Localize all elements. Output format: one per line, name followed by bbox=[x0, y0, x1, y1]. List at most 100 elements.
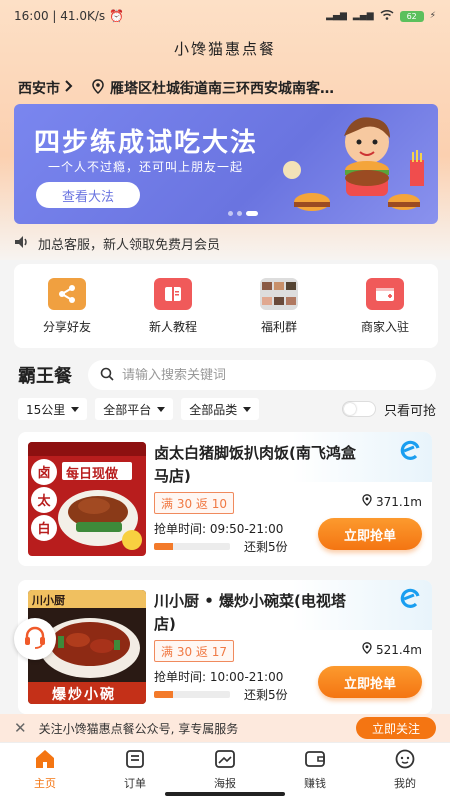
remaining-count: 还剩5份 bbox=[244, 540, 288, 554]
stock-progress-bar bbox=[154, 691, 230, 698]
restaurant-name: 川小厨 • 爆炒小碗菜(电视塔店) bbox=[154, 592, 346, 633]
status-speed: 41.0K/s bbox=[60, 9, 106, 23]
grab-time: 抢单时间: 09:50-21:00 bbox=[154, 522, 284, 536]
shortcut-group[interactable]: 福利群 bbox=[226, 264, 332, 348]
status-bar: 16:00 | 41.0K/s ⏰ ▂▄▆ ▂▄▆ 62 ⚡ bbox=[0, 0, 450, 32]
page-title: 小馋猫惠点餐 bbox=[173, 40, 276, 58]
filter-distance[interactable]: 15公里 bbox=[18, 398, 88, 420]
notice-text: 加总客服，新人领取免费月会员 bbox=[38, 238, 221, 253]
distance-value: 371.1m bbox=[375, 494, 422, 509]
tab-label: 主页 bbox=[34, 777, 56, 790]
available-only-toggle[interactable]: 只看可抢 bbox=[341, 400, 436, 419]
image-brand-text: 川小厨 bbox=[32, 594, 65, 607]
section-header: 霸王餐 bbox=[18, 360, 436, 390]
location-pin-icon bbox=[362, 494, 372, 509]
home-indicator bbox=[165, 792, 285, 796]
wifi-icon bbox=[380, 9, 394, 23]
tab-label: 赚钱 bbox=[304, 777, 326, 790]
toggle-label: 只看可抢 bbox=[383, 403, 436, 419]
distance: 371.1m bbox=[362, 494, 422, 509]
tab-label: 订单 bbox=[124, 777, 146, 790]
filter-platform[interactable]: 全部平台 bbox=[95, 398, 174, 420]
distance-value: 521.4m bbox=[375, 642, 422, 657]
distance: 521.4m bbox=[362, 642, 422, 657]
eleme-logo-icon bbox=[398, 588, 422, 614]
toggle-switch[interactable] bbox=[341, 401, 376, 417]
image-brand-text: 卤太白 bbox=[37, 466, 51, 537]
shortcut-merchant[interactable]: 商家入驻 bbox=[332, 264, 438, 348]
restaurant-card[interactable]: 川小厨 爆炒小碗 川小厨 • 爆炒小碗菜(电视塔店) 满 30 返 17 521… bbox=[18, 580, 432, 714]
stock-progress-fill bbox=[154, 543, 173, 550]
signal-icon-2: ▂▄▆ bbox=[352, 11, 374, 21]
tab-label: 海报 bbox=[214, 777, 236, 790]
share-icon bbox=[48, 277, 86, 310]
battery-icon: 62 bbox=[399, 10, 424, 22]
promo-banner[interactable]: 四步练成试吃大法 一个人不过瘾，还可叫上朋友一起 查看大法 bbox=[14, 104, 438, 224]
signal-icon: ▂▄▆ bbox=[326, 11, 347, 21]
follow-banner: ✕ 关注小馋猫惠点餐公众号, 享专属服务 立即关注 bbox=[0, 714, 450, 742]
alarm-icon: ⏰ bbox=[109, 9, 124, 23]
customer-service-button[interactable] bbox=[14, 618, 56, 660]
search-box[interactable] bbox=[88, 360, 436, 390]
banner-button[interactable]: 查看大法 bbox=[36, 182, 140, 208]
speaker-icon bbox=[14, 235, 30, 253]
merchant-icon bbox=[366, 277, 404, 310]
charging-icon: ⚡ bbox=[429, 11, 436, 21]
group-avatars-icon bbox=[260, 277, 298, 310]
stock-progress-bar bbox=[154, 543, 230, 550]
filter-category[interactable]: 全部品类 bbox=[181, 398, 260, 420]
restaurant-name: 卤太白猪脚饭扒肉饭(南飞鸿盒马店) bbox=[154, 444, 356, 485]
stock-progress-fill bbox=[154, 691, 173, 698]
shortcut-share[interactable]: 分享好友 bbox=[14, 264, 120, 348]
caret-down-icon bbox=[71, 406, 80, 412]
banner-pagination bbox=[228, 211, 258, 216]
filter-label: 全部品类 bbox=[189, 402, 238, 417]
chevron-right-icon bbox=[64, 80, 74, 96]
close-icon[interactable]: ✕ bbox=[14, 719, 27, 737]
address-selector[interactable]: 雁塔区杜城街道南三环西安城南客… bbox=[92, 78, 334, 98]
grab-order-button[interactable]: 立即抢单 bbox=[318, 666, 422, 698]
tab-profile[interactable]: 我的 bbox=[360, 743, 450, 800]
city-label: 西安市 bbox=[18, 81, 60, 97]
shortcut-label: 商家入驻 bbox=[360, 319, 409, 334]
tab-label: 我的 bbox=[394, 777, 416, 790]
promo-tag: 满 30 返 10 bbox=[154, 492, 234, 514]
wallet-icon bbox=[304, 749, 326, 772]
poster-icon bbox=[214, 749, 236, 772]
book-icon bbox=[154, 277, 192, 310]
shortcut-label: 分享好友 bbox=[42, 319, 91, 334]
grab-time: 抢单时间: 10:00-21:00 bbox=[154, 670, 284, 684]
image-badge-text: 爆炒小碗 bbox=[52, 687, 116, 703]
shortcut-grid: 分享好友 新人教程 福利群 商家入驻 bbox=[14, 264, 438, 348]
shortcut-label: 新人教程 bbox=[148, 319, 197, 334]
status-right: ▂▄▆ ▂▄▆ 62 ⚡ bbox=[326, 9, 436, 23]
grab-order-button[interactable]: 立即抢单 bbox=[318, 518, 422, 550]
address-label: 雁塔区杜城街道南三环西安城南客… bbox=[110, 81, 334, 97]
shortcut-tutorial[interactable]: 新人教程 bbox=[120, 264, 226, 348]
promo-tag: 满 30 返 17 bbox=[154, 640, 234, 662]
remaining-count: 还剩5份 bbox=[244, 688, 288, 702]
city-selector[interactable]: 西安市 bbox=[18, 78, 74, 98]
filter-label: 全部平台 bbox=[103, 402, 152, 417]
location-row: 西安市 雁塔区杜城街道南三环西安城南客… bbox=[18, 78, 432, 98]
follow-text: 关注小馋猫惠点餐公众号, 享专属服务 bbox=[38, 721, 239, 736]
filter-label: 15公里 bbox=[26, 402, 66, 417]
profile-icon bbox=[394, 749, 416, 772]
section-title: 霸王餐 bbox=[18, 366, 72, 387]
image-badge-text: 每日现做 bbox=[66, 467, 119, 482]
location-pin-icon bbox=[362, 642, 372, 657]
eleme-logo-icon bbox=[398, 440, 422, 466]
filter-bar: 15公里 全部平台 全部品类 只看可抢 bbox=[18, 398, 436, 420]
status-left: 16:00 | 41.0K/s ⏰ bbox=[14, 9, 124, 23]
tab-home[interactable]: 主页 bbox=[0, 743, 90, 800]
headset-icon bbox=[22, 624, 48, 654]
restaurant-card[interactable]: 卤太白 每日现做 卤太白猪脚饭扒肉饭(南飞鸿盒马店) 满 30 返 10 371… bbox=[18, 432, 432, 566]
search-input[interactable] bbox=[122, 367, 424, 383]
search-icon bbox=[100, 366, 114, 385]
home-icon bbox=[34, 749, 56, 772]
restaurant-image: 卤太白 每日现做 bbox=[28, 442, 146, 556]
follow-button[interactable]: 立即关注 bbox=[356, 717, 436, 739]
notice-bar[interactable]: 加总客服，新人领取免费月会员 bbox=[14, 234, 220, 253]
caret-down-icon bbox=[157, 406, 166, 412]
banner-subtitle: 一个人不过瘾，还可叫上朋友一起 bbox=[48, 160, 244, 174]
